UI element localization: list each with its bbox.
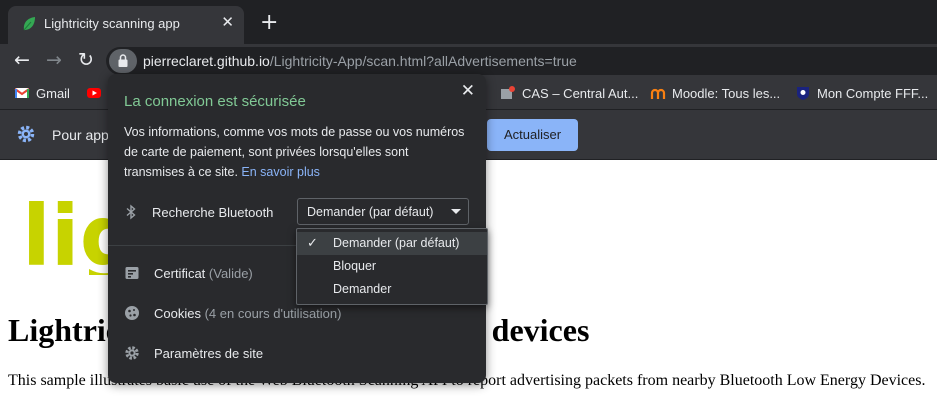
check-icon: ✓ [307, 236, 318, 251]
bookmark-cas[interactable]: CAS – Central Aut... [500, 86, 638, 101]
settings-gear-icon [124, 345, 140, 366]
tab-title: Lightricity scanning app [44, 16, 180, 31]
reload-icon[interactable]: ↻ [74, 48, 98, 72]
bookmark-gmail[interactable]: Gmail [14, 86, 70, 101]
menu-item-block[interactable]: Bloquer [297, 255, 487, 278]
back-icon[interactable]: ← [10, 48, 34, 72]
close-icon[interactable]: ✕ [461, 82, 475, 100]
site-settings-row[interactable]: Paramètres de site [108, 338, 486, 368]
bookmark-fff[interactable]: Mon Compte FFF... [795, 86, 928, 101]
chevron-down-icon [451, 209, 461, 214]
menu-item-label: Bloquer [333, 259, 377, 273]
gmail-icon [14, 88, 30, 98]
lock-icon[interactable] [109, 49, 137, 73]
youtube-icon [87, 88, 101, 98]
logo-text: lig [22, 195, 112, 275]
certificate-icon [124, 265, 140, 286]
permission-label: Recherche Bluetooth [152, 205, 274, 220]
leaf-icon [22, 16, 36, 37]
info-bar-message: Pour app [52, 127, 109, 143]
menu-item-label: Demander (par défaut) [333, 236, 460, 250]
bluetooth-icon [124, 204, 138, 225]
bluetooth-permission-row: Recherche Bluetooth Demander (par défaut… [108, 198, 486, 226]
permission-select[interactable]: Demander (par défaut) [297, 198, 469, 225]
url-path: /Lightricity-App/scan.html?allAdvertisem… [269, 53, 577, 69]
permission-dropdown-menu: ✓ Demander (par défaut) Bloquer Demander [296, 228, 488, 305]
address-bar[interactable]: pierreclaret.github.io/Lightricity-App/s… [106, 47, 937, 75]
bookmark-label: CAS – Central Aut... [522, 86, 639, 101]
refresh-button[interactable]: Actualiser [487, 119, 578, 151]
cookie-icon [124, 305, 140, 326]
new-tab-button[interactable]: + [260, 12, 278, 34]
certificate-status: (Valide) [208, 266, 253, 281]
bookmark-label: Moodle: Tous les... [672, 86, 781, 101]
tab-strip: Lightricity scanning app ✕ + [0, 0, 937, 44]
popup-description: Vos informations, comme vos mots de pass… [124, 122, 469, 182]
bookmark-youtube[interactable] [86, 86, 108, 101]
certificate-label: Certificat [154, 266, 206, 281]
permission-select-value: Demander (par défaut) [307, 205, 434, 219]
tab-active[interactable]: Lightricity scanning app ✕ [8, 6, 244, 44]
moodle-icon [650, 88, 666, 99]
tab-close-icon[interactable]: ✕ [221, 15, 234, 31]
toolbar: ← → ↻ pierreclaret.github.io/Lightricity… [0, 44, 937, 77]
logo: lig [22, 187, 140, 285]
site-settings-label: Paramètres de site [154, 346, 264, 361]
fff-icon [797, 87, 809, 100]
url-host: pierreclaret.github.io [143, 53, 270, 69]
cookies-status: (4 en cours d'utilisation) [204, 306, 342, 321]
bookmark-label: Mon Compte FFF... [817, 86, 929, 101]
bookmark-label: Gmail [36, 86, 70, 101]
cookies-label: Cookies [154, 306, 201, 321]
gear-icon [16, 124, 36, 149]
url-text[interactable]: pierreclaret.github.io/Lightricity-App/s… [143, 53, 577, 69]
popup-title: La connexion est sécurisée [124, 93, 306, 110]
learn-more-link[interactable]: En savoir plus [241, 165, 320, 179]
menu-item-default[interactable]: ✓ Demander (par défaut) [297, 232, 487, 255]
cas-icon [501, 86, 515, 99]
menu-item-ask[interactable]: Demander [297, 278, 487, 301]
bookmark-moodle[interactable]: Moodle: Tous les... [650, 86, 780, 101]
menu-item-label: Demander [333, 282, 392, 296]
forward-icon[interactable]: → [42, 48, 66, 72]
